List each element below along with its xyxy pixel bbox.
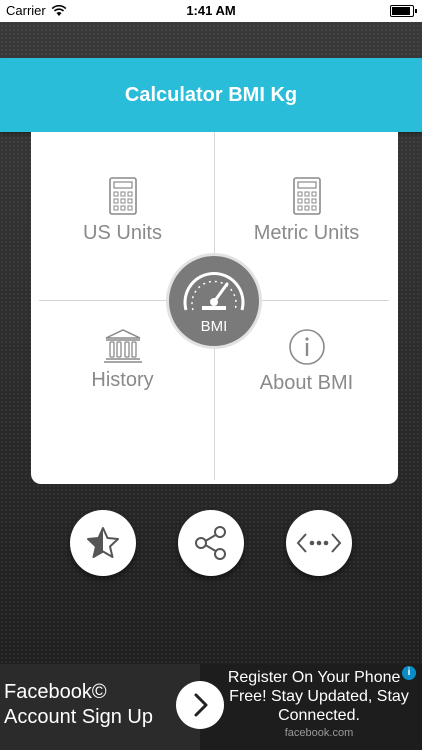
bmi-badge-label: BMI bbox=[200, 318, 228, 335]
calculator-icon bbox=[108, 177, 137, 215]
history-label: History bbox=[91, 369, 154, 391]
us-units-button[interactable]: US Units bbox=[31, 176, 214, 245]
page-title: Calculator BMI Kg bbox=[124, 84, 298, 106]
status-bar: Carrier 1:41 AM bbox=[0, 0, 422, 22]
about-bmi-label: About BMI bbox=[259, 372, 354, 394]
share-icon bbox=[195, 526, 226, 560]
ad-source: facebook.com bbox=[284, 727, 354, 739]
more-apps-button[interactable] bbox=[286, 510, 352, 576]
star-half-icon bbox=[87, 527, 119, 558]
rate-button[interactable] bbox=[70, 510, 136, 576]
app-header: Calculator BMI Kg bbox=[0, 58, 422, 132]
ad-description: Register On Your Phone - Free! Stay Upda… bbox=[227, 669, 411, 724]
info-icon bbox=[288, 329, 325, 365]
share-button[interactable] bbox=[178, 510, 244, 576]
bank-icon bbox=[103, 329, 142, 363]
calculator-icon bbox=[292, 177, 321, 215]
us-units-label: US Units bbox=[83, 222, 162, 244]
metric-units-label: Metric Units bbox=[253, 222, 360, 244]
battery-fill bbox=[392, 7, 410, 15]
code-more-icon bbox=[296, 533, 342, 553]
metric-units-button[interactable]: Metric Units bbox=[215, 176, 398, 245]
ad-title[interactable]: Facebook© Account Sign Up bbox=[4, 680, 179, 730]
ad-arrow-button[interactable] bbox=[176, 681, 224, 729]
chevron-right-icon bbox=[194, 693, 208, 717]
ad-choices-icon[interactable]: i bbox=[402, 666, 416, 680]
status-time: 1:41 AM bbox=[186, 3, 236, 18]
bmi-badge: BMI bbox=[166, 253, 262, 349]
battery-icon bbox=[390, 5, 417, 17]
ad-banner[interactable]: Facebook© Account Sign Up Register On Yo… bbox=[0, 664, 422, 750]
